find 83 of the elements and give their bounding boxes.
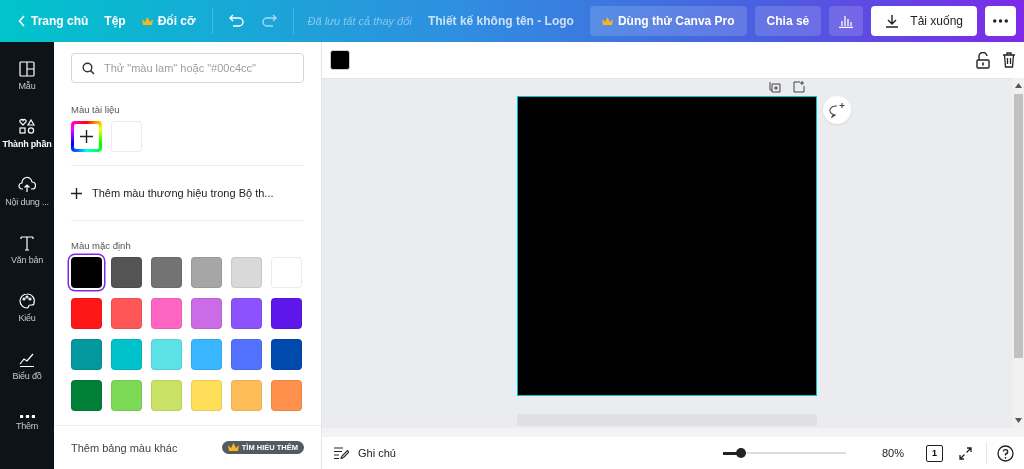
help-icon	[997, 444, 1014, 462]
section-label: Màu mặc định	[71, 240, 132, 251]
trash-icon	[1002, 52, 1016, 68]
more-palettes-text: Thêm bảng màu khác	[71, 441, 178, 454]
try-pro-button[interactable]: Dùng thử Canva Pro	[589, 6, 747, 36]
help-button[interactable]	[997, 444, 1014, 462]
zoom-percentage[interactable]: 80%	[881, 447, 904, 459]
undo-icon	[228, 14, 245, 28]
color-swatch[interactable]	[111, 380, 142, 411]
scroll-down-icon	[1014, 418, 1022, 423]
add-brand-colors-link[interactable]: Thêm màu thương hiệu trong Bộ th...	[71, 166, 304, 220]
save-status: Đã lưu tất cả thay đổi	[307, 15, 412, 27]
delete-button[interactable]	[1002, 52, 1016, 68]
bar-chart-icon	[838, 14, 855, 28]
sidebar-tab[interactable]: Kiểu	[0, 278, 54, 336]
horizontal-scrollbar[interactable]	[322, 428, 1024, 437]
crown-icon	[141, 16, 153, 26]
scrollbar-thumb[interactable]	[1013, 94, 1023, 358]
color-swatch[interactable]	[271, 380, 302, 411]
comment-icon	[829, 102, 845, 118]
sidebar-tab[interactable]: Thêm	[0, 394, 54, 452]
add-color-button[interactable]	[71, 121, 102, 152]
sidebar-tab[interactable]: Biểu đồ	[0, 336, 54, 394]
fullscreen-button[interactable]	[959, 446, 972, 460]
more-icon	[19, 415, 35, 418]
share-button[interactable]: Chia sẻ	[754, 6, 822, 36]
crown-icon	[601, 16, 613, 26]
color-swatch[interactable]	[151, 298, 182, 329]
search-field[interactable]: Thử "màu lam" hoặc "#00c4cc"	[71, 53, 304, 83]
comment-button[interactable]	[823, 96, 851, 124]
zoom-slider-thumb[interactable]	[736, 448, 747, 458]
color-swatch[interactable]	[151, 380, 182, 411]
color-swatch[interactable]	[111, 257, 142, 288]
lock-button[interactable]	[976, 51, 990, 69]
duplicate-icon	[769, 81, 781, 93]
page-count-button[interactable]: 1	[926, 444, 943, 462]
plus-icon	[80, 130, 93, 143]
color-swatch[interactable]	[231, 380, 262, 411]
section-label: Màu tài liệu	[71, 104, 121, 115]
text-icon	[18, 233, 36, 252]
unlock-icon	[976, 51, 990, 69]
palette-icon	[18, 291, 36, 310]
color-swatch[interactable]	[71, 257, 102, 288]
redo-icon	[260, 14, 277, 28]
color-swatch[interactable]	[151, 257, 182, 288]
add-page-icon	[793, 81, 805, 93]
color-swatch[interactable]	[151, 339, 182, 370]
sidebar-tab[interactable]: Nội dung ...	[0, 162, 54, 220]
insights-button[interactable]	[829, 6, 864, 36]
sidebar-tab[interactable]: Mẫu	[0, 46, 54, 104]
plus-icon	[71, 187, 82, 199]
cloud-upload-icon	[18, 175, 36, 194]
color-swatch[interactable]	[191, 257, 222, 288]
color-swatch[interactable]	[231, 298, 262, 329]
color-swatch[interactable]	[111, 339, 142, 370]
color-swatch[interactable]	[111, 298, 142, 329]
color-swatch[interactable]	[191, 298, 222, 329]
expand-icon	[959, 446, 972, 460]
color-swatch[interactable]	[271, 339, 302, 370]
scroll-up-icon	[1014, 83, 1022, 88]
more-button[interactable]	[985, 6, 1016, 36]
back-icon	[18, 15, 26, 27]
duplicate-page-button[interactable]	[769, 81, 781, 93]
color-swatch[interactable]	[231, 257, 262, 288]
search-icon	[82, 62, 95, 75]
notes-icon	[334, 447, 349, 459]
sidebar-tab[interactable]: Văn bản	[0, 220, 54, 278]
more-icon	[993, 19, 1008, 23]
color-swatch[interactable]	[71, 339, 102, 370]
color-button[interactable]	[330, 50, 350, 70]
color-swatch[interactable]	[71, 298, 102, 329]
layout-icon	[18, 59, 36, 78]
shapes-icon	[18, 117, 36, 136]
color-swatch[interactable]	[271, 298, 302, 329]
download-button[interactable]: Tải xuống	[871, 6, 977, 36]
notes-button[interactable]: Ghi chú	[334, 447, 396, 459]
add-page-button[interactable]	[793, 81, 805, 93]
download-icon	[885, 14, 900, 28]
color-swatch[interactable]	[191, 339, 222, 370]
crown-icon	[227, 443, 239, 452]
color-swatch[interactable]	[231, 339, 262, 370]
color-swatch[interactable]	[191, 380, 222, 411]
color-swatch[interactable]	[71, 380, 102, 411]
